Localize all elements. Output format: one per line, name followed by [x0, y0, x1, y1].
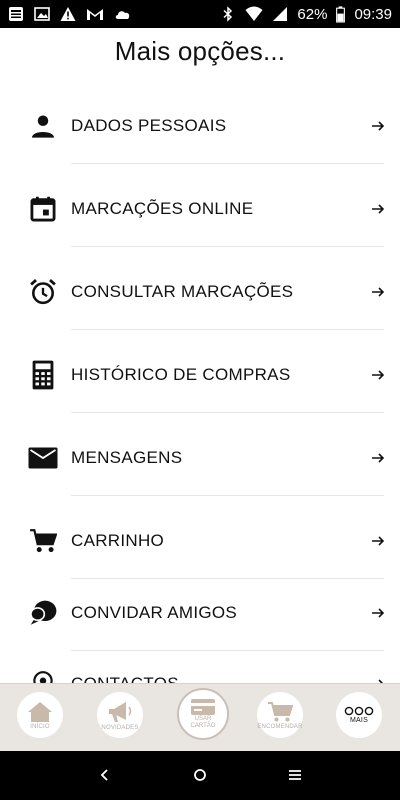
arrow-right-icon [372, 287, 385, 297]
menu-item-label: DADOS PESSOAIS [71, 116, 227, 135]
tab-label: ENCOMENDAR [257, 723, 303, 730]
menu-item-dados-pessoais[interactable]: DADOS PESSOAIS [0, 94, 400, 164]
tab-encomendar[interactable]: ENCOMENDAR [257, 692, 303, 738]
home-icon [28, 701, 52, 722]
wifi-icon [245, 6, 263, 21]
menu-item-convidar-amigos[interactable]: CONVIDAR AMIGOS [0, 581, 400, 651]
divider [71, 650, 384, 651]
person-icon [28, 111, 58, 141]
tab-label: NOVIDADES [101, 724, 139, 731]
cart-icon [28, 526, 58, 556]
tab-usar-cartao[interactable]: USAR CARTÃO [177, 688, 229, 740]
menu-item-label: CONVIDAR AMIGOS [71, 603, 238, 622]
arrow-right-icon [372, 121, 385, 131]
arrow-right-icon [372, 370, 385, 380]
arrow-right-icon [372, 536, 385, 546]
battery-icon [336, 5, 346, 23]
divider [71, 329, 384, 330]
news-icon [9, 7, 23, 21]
menu-item-consultar-marcacoes[interactable]: CONSULTAR MARCAÇÕES [0, 260, 400, 330]
image-icon [34, 7, 50, 21]
chat-bubbles-icon [28, 598, 58, 628]
menu-item-marcacoes-online[interactable]: MARCAÇÕES ONLINE [0, 177, 400, 247]
page-title: Mais opções... [114, 36, 286, 66]
tab-mais[interactable]: MAIS [336, 692, 382, 738]
cart-icon [268, 701, 293, 721]
more-dots-icon [344, 706, 374, 716]
menu-item-label: MENSAGENS [71, 448, 183, 467]
alarm-clock-icon [28, 277, 58, 307]
tab-label: INÍCIO [30, 723, 50, 730]
tab-inicio[interactable]: INÍCIO [17, 692, 63, 738]
clock: 09:39 [354, 5, 392, 23]
divider [71, 412, 384, 413]
envelope-icon [28, 443, 58, 473]
tab-novidades[interactable]: NOVIDADES [97, 692, 143, 738]
home-button-icon[interactable] [190, 765, 210, 785]
menu-item-label: CARRINHO [71, 531, 165, 550]
menu-item-label: MARCAÇÕES ONLINE [71, 199, 254, 218]
back-icon[interactable] [95, 765, 115, 785]
calendar-icon [28, 194, 58, 224]
tab-label: USAR CARTÃO [190, 716, 216, 729]
arrow-right-icon [372, 204, 385, 214]
system-nav-bar [0, 751, 400, 800]
card-icon [191, 699, 215, 715]
cloud-icon [115, 11, 130, 19]
gmail-icon [87, 9, 103, 20]
divider [71, 246, 384, 247]
menu-item-label: CONSULTAR MARCAÇÕES [71, 282, 294, 301]
arrow-right-icon [372, 608, 385, 618]
divider [71, 495, 384, 496]
divider [71, 163, 384, 164]
divider [71, 578, 384, 579]
calculator-icon [28, 360, 58, 390]
menu-item-mensagens[interactable]: MENSAGENS [0, 426, 400, 496]
menu-item-carrinho[interactable]: CARRINHO [0, 509, 400, 579]
bluetooth-icon [223, 6, 233, 22]
warning-icon [60, 7, 76, 21]
bottom-tab-bar: INÍCIO NOVIDADES USAR CARTÃO ENCOMENDAR … [0, 683, 400, 751]
battery-percent: 62% [297, 5, 328, 23]
tab-label: MAIS [350, 717, 368, 724]
status-bar: 62% 09:39 [0, 0, 400, 28]
menu-item-label: HISTÓRICO DE COMPRAS [71, 365, 291, 384]
arrow-right-icon [372, 453, 385, 463]
signal-icon [273, 7, 288, 21]
recents-icon[interactable] [285, 765, 305, 785]
menu-item-historico-compras[interactable]: HISTÓRICO DE COMPRAS [0, 343, 400, 413]
megaphone-icon [109, 701, 132, 722]
